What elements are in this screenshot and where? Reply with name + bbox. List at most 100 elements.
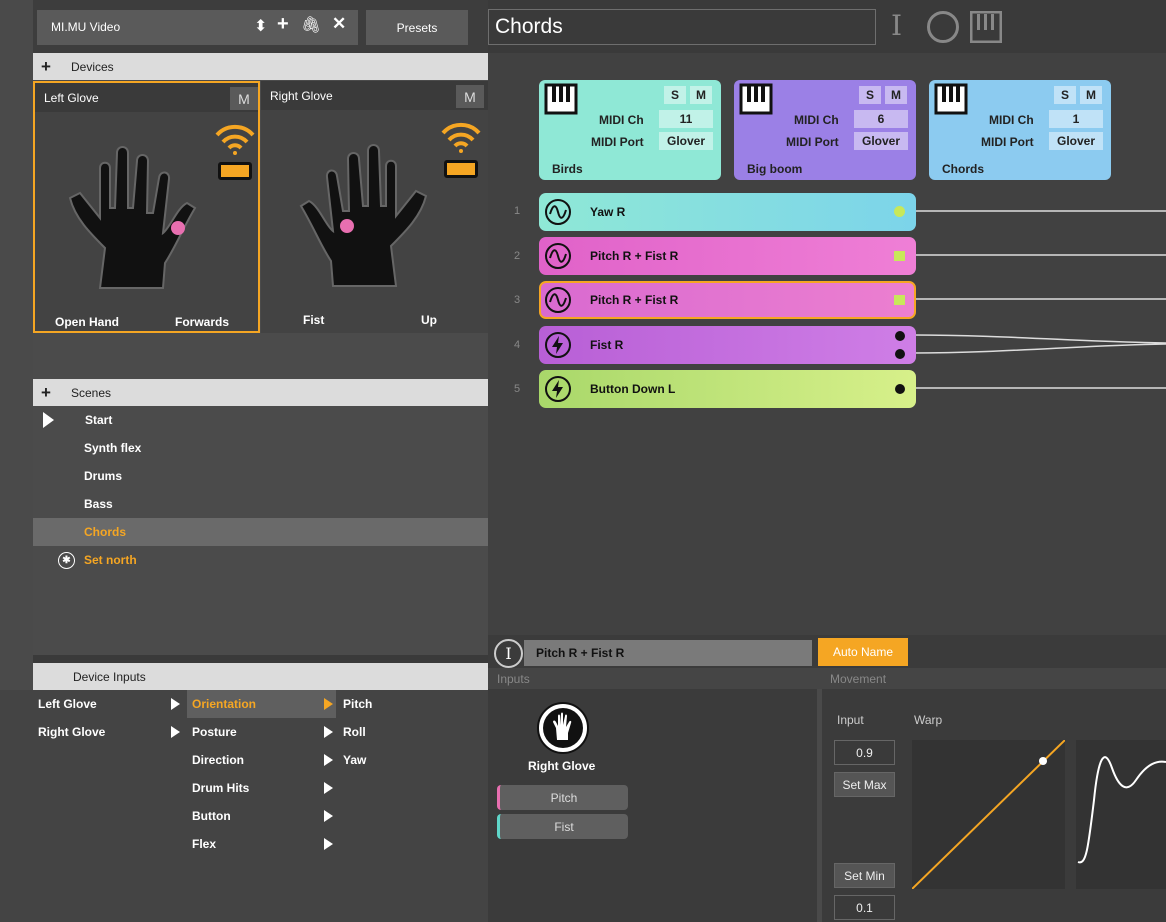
- category-label: Drum Hits: [192, 781, 250, 795]
- scene-item-selected[interactable]: Chords: [33, 518, 488, 546]
- track-row-selected[interactable]: Pitch R + Fist R: [539, 281, 916, 319]
- solo-button[interactable]: S: [1054, 86, 1076, 104]
- category-label: Button: [192, 809, 231, 823]
- mute-button[interactable]: M: [885, 86, 907, 104]
- set-min-button[interactable]: Set Min: [834, 863, 895, 888]
- compass-icon: ✱: [58, 551, 75, 569]
- piano-icon: [739, 83, 773, 115]
- close-icon[interactable]: ✕: [332, 14, 346, 34]
- device-input-left-glove[interactable]: Left Glove: [38, 690, 188, 718]
- scene-item[interactable]: Start: [33, 406, 488, 434]
- posture-label: Fist: [303, 313, 325, 327]
- keyboard-icon[interactable]: [970, 11, 1002, 43]
- set-north-label: Set north: [84, 553, 137, 567]
- scene-item[interactable]: Drums: [33, 462, 488, 490]
- track-row[interactable]: Yaw R: [539, 193, 916, 231]
- min-value-input[interactable]: 0.1: [834, 895, 895, 920]
- text-cursor-icon[interactable]: I: [494, 639, 523, 668]
- midi-ch-value[interactable]: 1: [1049, 110, 1103, 128]
- input-category-button[interactable]: Button: [187, 802, 336, 830]
- max-value-input[interactable]: 0.9: [834, 740, 895, 765]
- instrument-card-big-boom[interactable]: S M MIDI Ch 6 MIDI Port Glover Big boom: [734, 80, 916, 180]
- instrument-card-birds[interactable]: S M MIDI Ch 11 MIDI Port Glover Birds: [539, 80, 721, 180]
- bolt-icon: [545, 332, 571, 358]
- axis-label: Roll: [343, 725, 366, 739]
- solo-button[interactable]: S: [664, 86, 686, 104]
- scene-label: Synth flex: [84, 441, 142, 455]
- input-category-direction[interactable]: Direction: [187, 746, 336, 774]
- scene-item[interactable]: Synth flex: [33, 434, 488, 462]
- glove-name: Right Glove: [270, 88, 333, 103]
- mute-button[interactable]: M: [456, 85, 484, 108]
- axis-pitch[interactable]: Pitch: [343, 690, 372, 718]
- divider: [817, 689, 822, 922]
- midi-ch-label: MIDI Ch: [989, 113, 1034, 127]
- axis-yaw[interactable]: Yaw: [343, 746, 366, 774]
- devices-header-label: Devices: [71, 59, 114, 74]
- project-selector[interactable]: MI.MU Video ⬍ + 🖇 ✕: [37, 10, 358, 45]
- add-device-icon[interactable]: +: [33, 57, 59, 77]
- expand-icon: [324, 754, 333, 766]
- posture-label: Open Hand: [55, 315, 120, 329]
- output-port[interactable]: [895, 384, 905, 394]
- output-port[interactable]: [894, 295, 905, 305]
- glove-card-left[interactable]: Left Glove M Open Hand Forwards: [33, 81, 260, 333]
- editor-device-label: Right Glove: [528, 759, 596, 773]
- category-label: Orientation: [192, 697, 257, 711]
- mute-button[interactable]: M: [690, 86, 712, 104]
- input-pill-pitch[interactable]: Pitch: [497, 785, 628, 810]
- scene-label: Start: [85, 413, 113, 427]
- output-port[interactable]: [895, 349, 905, 359]
- input-category-posture[interactable]: Posture: [187, 718, 336, 746]
- mute-button[interactable]: M: [1080, 86, 1102, 104]
- glove-title: Left Glove: [35, 83, 258, 112]
- track-row[interactable]: Pitch R + Fist R: [539, 237, 916, 275]
- warp-curve[interactable]: [912, 740, 1065, 889]
- track-row[interactable]: Button Down L: [539, 370, 916, 408]
- direction-label: Up: [421, 313, 437, 327]
- midi-ch-value[interactable]: 6: [854, 110, 908, 128]
- input-category-flex[interactable]: Flex: [187, 830, 336, 858]
- add-icon[interactable]: +: [277, 13, 289, 36]
- output-port[interactable]: [894, 251, 905, 261]
- presets-button[interactable]: Presets: [366, 10, 468, 45]
- expand-icon: [324, 838, 333, 850]
- glove-card-right[interactable]: Right Glove M Fist Up: [261, 81, 488, 333]
- add-scene-icon[interactable]: +: [33, 383, 59, 403]
- track-row[interactable]: Fist R: [539, 326, 916, 364]
- hand-icon: [537, 702, 589, 754]
- set-north-button[interactable]: ✱ Set north: [33, 546, 488, 574]
- updown-icon[interactable]: ⬍: [254, 16, 267, 36]
- track-name-input[interactable]: Pitch R + Fist R: [524, 640, 812, 666]
- axis-roll[interactable]: Roll: [343, 718, 366, 746]
- glove-title: Right Glove: [261, 81, 488, 110]
- track-label: Button Down L: [590, 382, 676, 396]
- scene-title-input[interactable]: Chords: [488, 9, 876, 45]
- attach-icon[interactable]: 🖇: [301, 15, 321, 35]
- auto-name-button[interactable]: Auto Name: [818, 638, 908, 666]
- instrument-name: Chords: [942, 162, 984, 176]
- midi-port-value[interactable]: Glover: [854, 132, 908, 150]
- category-label: Direction: [192, 753, 245, 767]
- mute-button[interactable]: M: [230, 87, 258, 110]
- output-port[interactable]: [894, 206, 905, 217]
- solo-button[interactable]: S: [859, 86, 881, 104]
- midi-port-value[interactable]: Glover: [659, 132, 713, 150]
- input-pill-fist[interactable]: Fist: [497, 814, 628, 839]
- text-cursor-icon[interactable]: I: [891, 9, 902, 42]
- scene-item[interactable]: Bass: [33, 490, 488, 518]
- circle-icon[interactable]: [927, 11, 959, 43]
- output-port[interactable]: [895, 331, 905, 341]
- midi-port-value[interactable]: Glover: [1049, 132, 1103, 150]
- device-input-right-glove[interactable]: Right Glove: [38, 718, 188, 746]
- track-number: 2: [514, 250, 521, 262]
- set-max-button[interactable]: Set Max: [834, 772, 895, 797]
- midi-ch-value[interactable]: 11: [659, 110, 713, 128]
- bolt-icon: [545, 376, 571, 402]
- track-label: Pitch R + Fist R: [590, 249, 679, 263]
- axis-label: Yaw: [343, 753, 367, 767]
- input-category-orientation[interactable]: Orientation: [187, 690, 336, 718]
- input-category-drum-hits[interactable]: Drum Hits: [187, 774, 336, 802]
- instrument-card-chords[interactable]: S M MIDI Ch 1 MIDI Port Glover Chords: [929, 80, 1111, 180]
- editor-subheader: [488, 668, 1166, 689]
